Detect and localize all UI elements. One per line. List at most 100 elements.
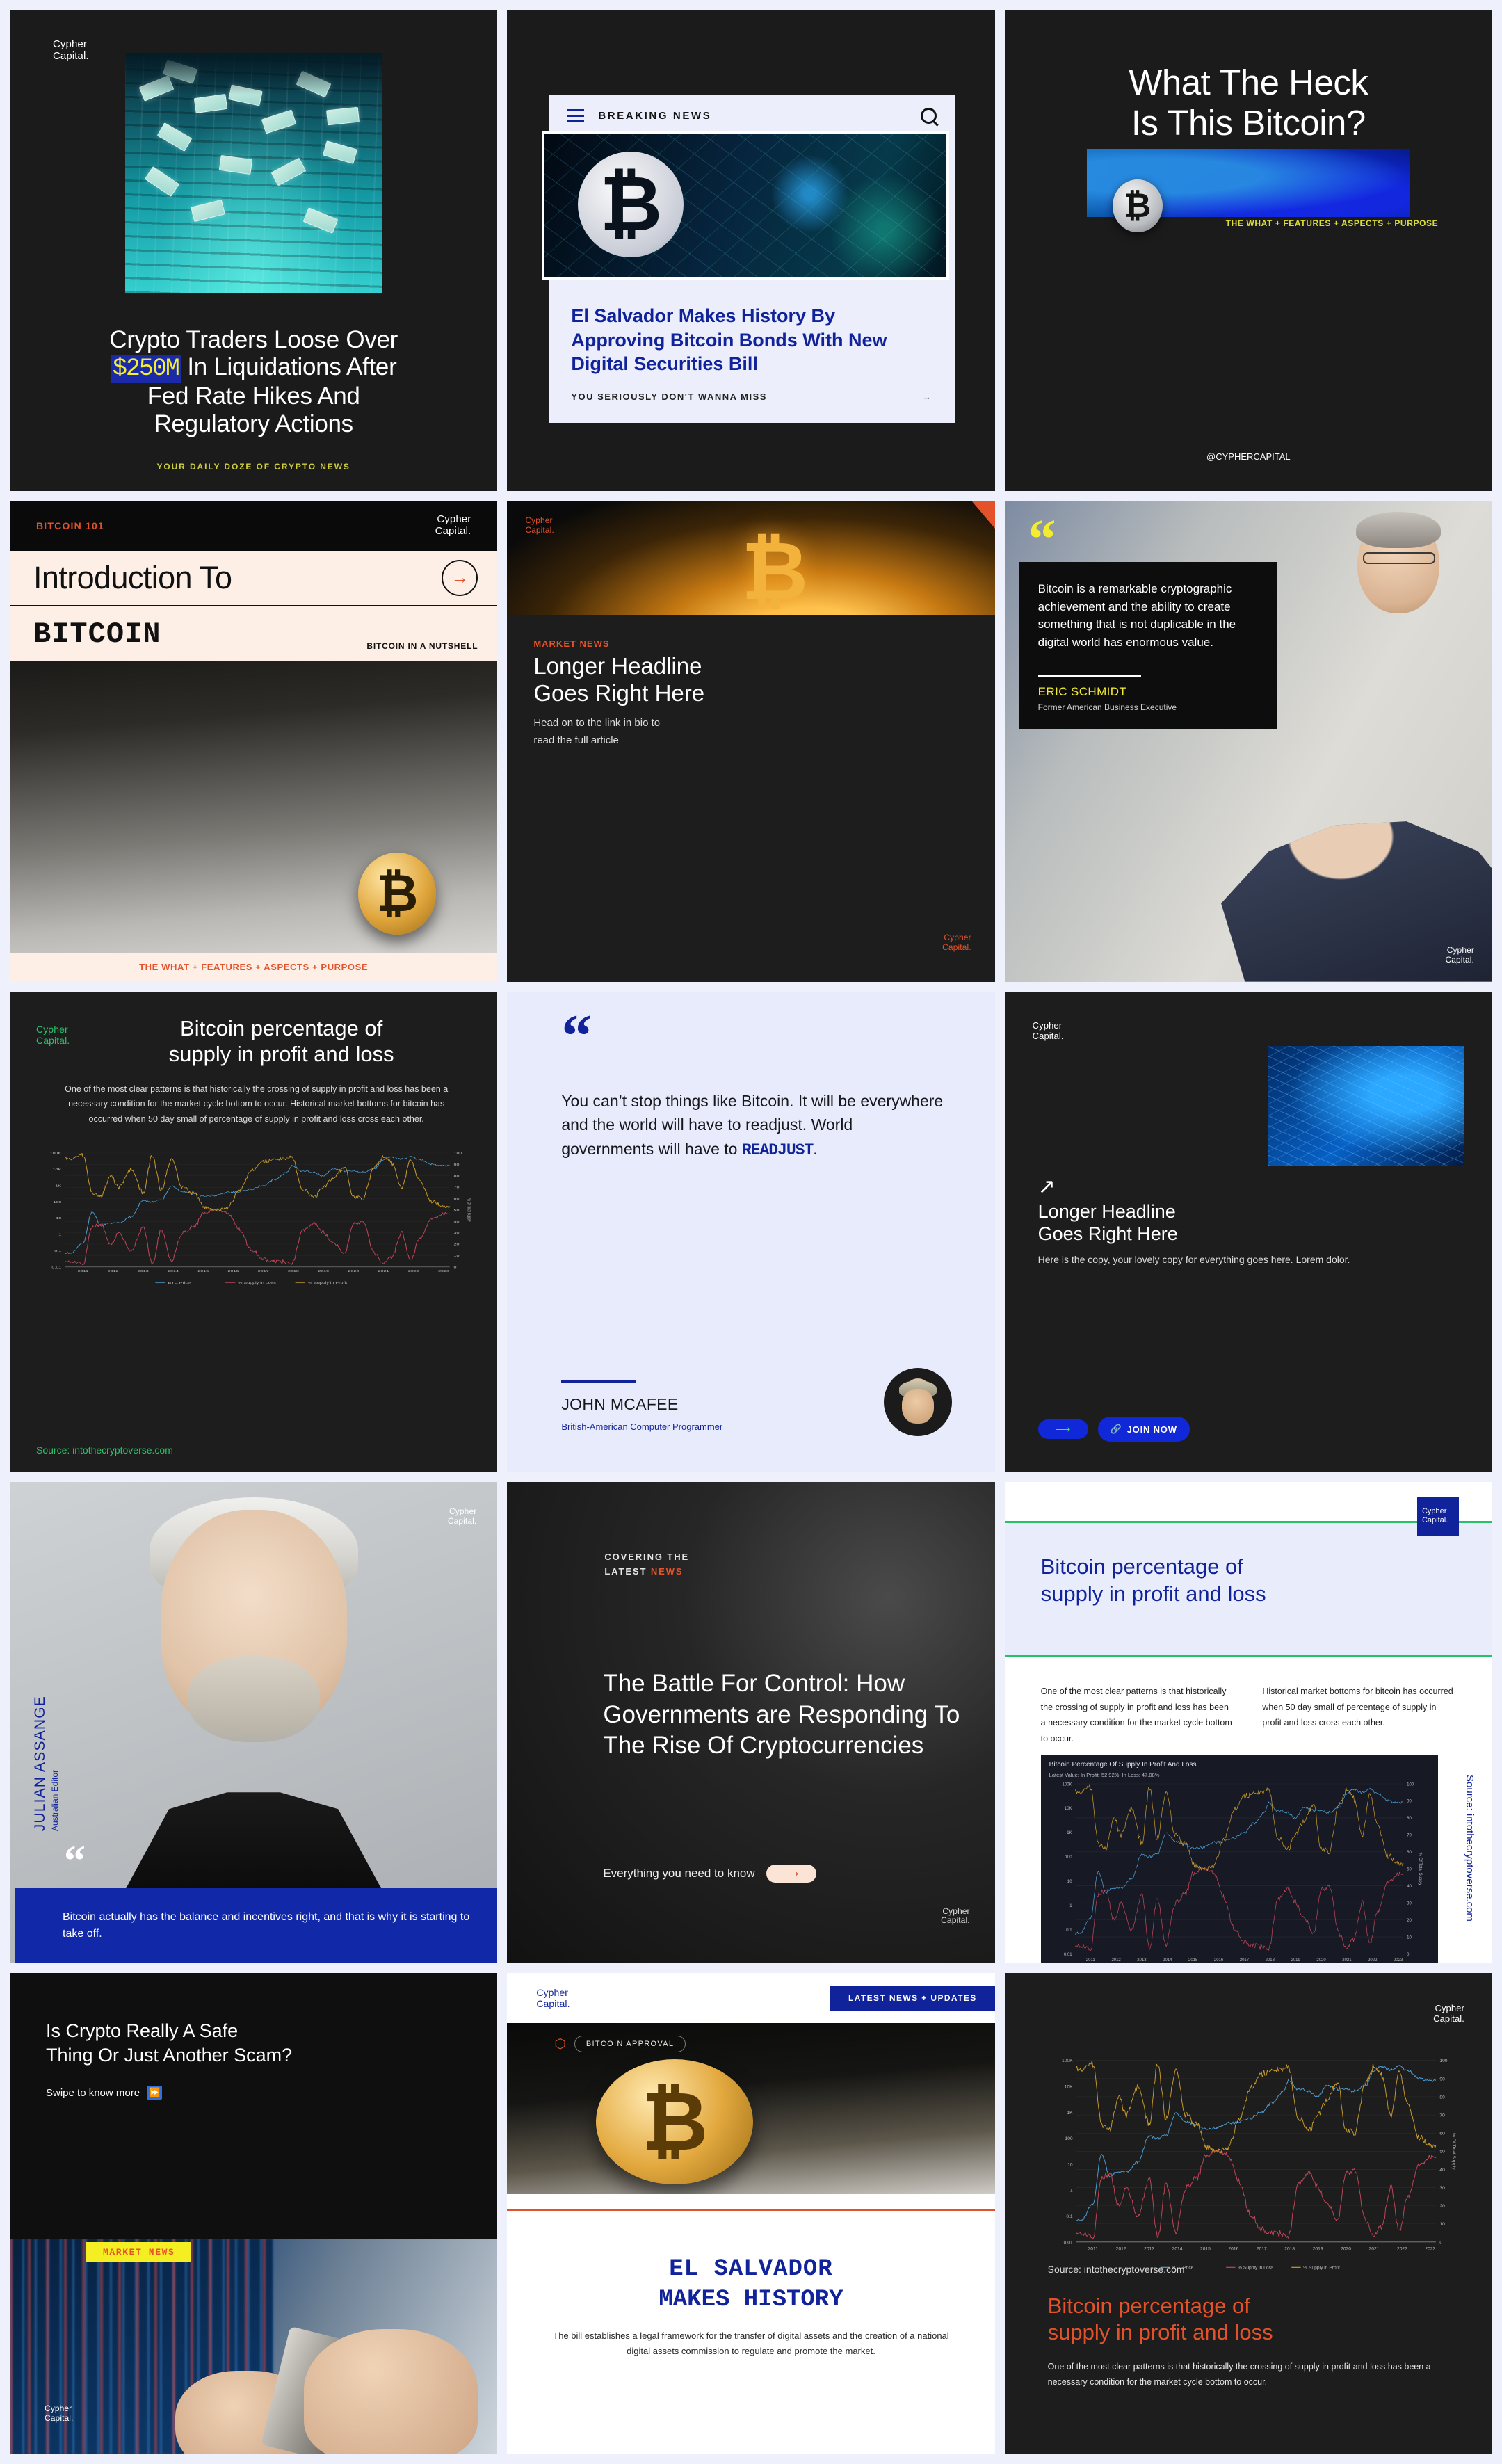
news-subrow: YOU SERIOUSLY DON'T WANNA MISS → [549, 376, 954, 423]
card-el-salvador[interactable]: Cypher Capital. LATEST NEWS + UPDATES ⬡ … [507, 1973, 995, 2454]
quote-mark-icon: “ [1028, 508, 1056, 570]
card-chart-orange[interactable]: Cypher Capital. 0.01 0.1 1 10 100 1K 10K 100K 0 1… [1004, 1973, 1492, 2454]
page-title: Bitcoin percentage of supply in profit a… [1047, 2294, 1273, 2344]
gold-bitcoin-coin-icon: ₿ [358, 852, 437, 935]
arrow-pill-button[interactable]: ⟶ [766, 1865, 816, 1883]
svg-text:80: 80 [1407, 1817, 1412, 1821]
link-icon: 🔗 [1110, 1424, 1122, 1435]
card-assange-quote[interactable]: Cypher Capital. JULIAN ASSANGE Australia… [10, 1482, 498, 1964]
gold-coin-photo: ⬡ BITCOIN APPROVAL ₿ [507, 2023, 995, 2195]
cta-row[interactable]: Everything you need to know ⟶ [603, 1865, 816, 1883]
glasses-icon [1362, 551, 1435, 564]
svg-text:100K: 100K [1062, 2059, 1073, 2063]
card-chart-light[interactable]: Bitcoin percentage of supply in profit a… [1004, 1482, 1492, 1964]
svg-text:2018: 2018 [288, 1270, 299, 1273]
svg-text:2021: 2021 [1368, 2247, 1379, 2252]
svg-text:80: 80 [454, 1175, 460, 1177]
svg-text:2011: 2011 [78, 1270, 88, 1273]
search-icon[interactable] [920, 107, 937, 124]
divider [561, 1380, 637, 1384]
kicker-label: MARKET NEWS [533, 638, 610, 649]
quote-mark-icon: “ [561, 1002, 592, 1070]
arrow-up-right-icon: ↗ [1037, 1175, 1056, 1198]
quote-box: Bitcoin is a remarkable cryptographic ac… [1018, 561, 1277, 730]
svg-text:2015: 2015 [1200, 2247, 1211, 2252]
card-introduction-to-bitcoin[interactable]: BITCOIN 101 Cypher Capital. Introduction… [10, 500, 498, 982]
portrait-shirt [121, 1792, 386, 1897]
svg-text:2018: 2018 [1265, 1958, 1275, 1963]
gold-coin-photo: ₿ [10, 660, 498, 953]
bitcoin-approval-chip: BITCOIN APPROVAL [574, 2036, 686, 2053]
author-name: ERIC SCHMIDT [1037, 685, 1127, 699]
card-join-now[interactable]: Cypher Capital. ↗ Longer Headline Goes R… [1004, 991, 1492, 1473]
svg-text:2020: 2020 [348, 1270, 360, 1273]
card-market-news[interactable]: ₿ Cypher Capital. MARKET NEWS Longer Hea… [507, 500, 995, 982]
svg-text:2021: 2021 [378, 1270, 389, 1273]
svg-text:20: 20 [454, 1243, 460, 1246]
svg-text:2023: 2023 [1394, 1958, 1403, 1963]
bitcoin-coin-icon: ₿ [578, 152, 684, 257]
svg-text:2023: 2023 [438, 1270, 449, 1273]
hardware-wallet-photo [10, 2238, 498, 2454]
arrow-right-circle-icon[interactable]: → [442, 559, 478, 596]
svg-text:2011: 2011 [1088, 2247, 1098, 2252]
svg-text:40: 40 [1439, 2168, 1445, 2173]
svg-text:70: 70 [1439, 2113, 1445, 2118]
svg-text:2019: 2019 [318, 1270, 329, 1273]
quote-text: Bitcoin is a remarkable cryptographic ac… [1037, 581, 1236, 650]
body-text-col2: Historical market bottoms for bitcoin ha… [1262, 1686, 1453, 1728]
intro-word-row: BITCOIN BITCOIN IN A NUTSHELL [10, 606, 497, 661]
card-breaking-news[interactable]: BREAKING NEWS ₿ El Salvador Makes Histor… [507, 10, 995, 491]
svg-text:70: 70 [1407, 1834, 1412, 1838]
svg-text:70: 70 [454, 1186, 460, 1189]
svg-text:2018: 2018 [1284, 2247, 1295, 2252]
kicker-label: COVERING THE LATEST NEWS [604, 1552, 690, 1577]
svg-text:100: 100 [1439, 2059, 1447, 2063]
svg-text:20: 20 [1407, 1919, 1412, 1923]
quote-band: Bitcoin actually has the balance and inc… [15, 1888, 498, 1964]
dollar-bills-decoration [125, 53, 382, 293]
brand-logo: Cypher Capital. [435, 513, 471, 537]
svg-text:10: 10 [1439, 2222, 1445, 2227]
fast-forward-icon: ⏩ [147, 2086, 163, 2100]
svg-text:2022: 2022 [408, 1270, 419, 1273]
card-mcafee-quote[interactable]: “ You can’t stop things like Bitcoin. It… [507, 991, 995, 1473]
news-topbar: BREAKING NEWS [549, 95, 954, 136]
swipe-cta[interactable]: Swipe to know more ⏩ [46, 2086, 163, 2100]
svg-text:2023: 2023 [1425, 2247, 1435, 2252]
chart-canvas-dark: 0.01 0.1 1 10 100 1K 10K 100K 0 10 20 30 40 50 60 70 80 9… [33, 1149, 485, 1287]
chart-canvas-light: Bitcoin Percentage Of Supply In Profit A… [1040, 1755, 1438, 1964]
arrow-right-icon[interactable]: → [922, 392, 932, 401]
page-title: Longer Headline Goes Right Here [533, 652, 705, 707]
svg-text:0.01: 0.01 [51, 1266, 61, 1269]
card-chart-dark[interactable]: Cypher Capital. Bitcoin percentage of su… [10, 991, 498, 1473]
card-what-the-heck[interactable]: What The Heck Is This Bitcoin? ₿ THE WHA… [1004, 10, 1492, 491]
card-eric-schmidt-quote[interactable]: “ Bitcoin is a remarkable cryptographic … [1004, 500, 1492, 982]
page-title: Bitcoin percentage of supply in profit a… [1040, 1554, 1266, 1607]
svg-text:0: 0 [454, 1266, 458, 1269]
nutshell-label: BITCOIN IN A NUTSHELL [366, 641, 478, 651]
svg-text:2020: 2020 [1341, 2247, 1351, 2252]
svg-text:0.1: 0.1 [1066, 2214, 1073, 2219]
chart-plot-area: 0.01 0.1 1 10 100 1K 10K 100K 0 10 20 30 40 50 60 70 80 9… [1040, 1778, 1438, 1964]
svg-text:50: 50 [1439, 2150, 1445, 2155]
cta-label: Everything you need to know [603, 1867, 755, 1881]
brand-logo: Cypher Capital. [1416, 1497, 1459, 1536]
footer-tagline: YOUR DAILY DOZE OF CRYPTO NEWS [156, 461, 350, 472]
card-battle-for-control[interactable]: COVERING THE LATEST NEWS The Battle For … [507, 1482, 995, 1964]
brand-logo: Cypher Capital. [536, 1987, 570, 2010]
avatar-face [901, 1388, 934, 1424]
bitcoin-symbol-icon: ₿ [741, 525, 809, 615]
svg-text:2012: 2012 [1115, 2247, 1126, 2252]
svg-text:% Of Total Supply: % Of Total Supply [1451, 2133, 1456, 2171]
svg-text:50: 50 [454, 1209, 460, 1211]
body-text: Head on to the link in bio to read the f… [533, 716, 661, 746]
card-safe-or-scam[interactable]: Is Crypto Really A Safe Thing Or Just An… [10, 1973, 498, 2454]
svg-text:100K: 100K [1062, 1783, 1072, 1787]
svg-text:50: 50 [1407, 1868, 1412, 1872]
svg-text:0: 0 [1439, 2240, 1442, 2245]
join-now-button[interactable]: 🔗 JOIN NOW [1097, 1417, 1190, 1442]
hamburger-menu-icon[interactable] [567, 108, 585, 122]
arrow-pill-button[interactable]: ⟶ [1037, 1419, 1088, 1440]
card-liquidations[interactable]: Cypher Capital. Crypto Traders Loose Ove… [10, 10, 498, 491]
